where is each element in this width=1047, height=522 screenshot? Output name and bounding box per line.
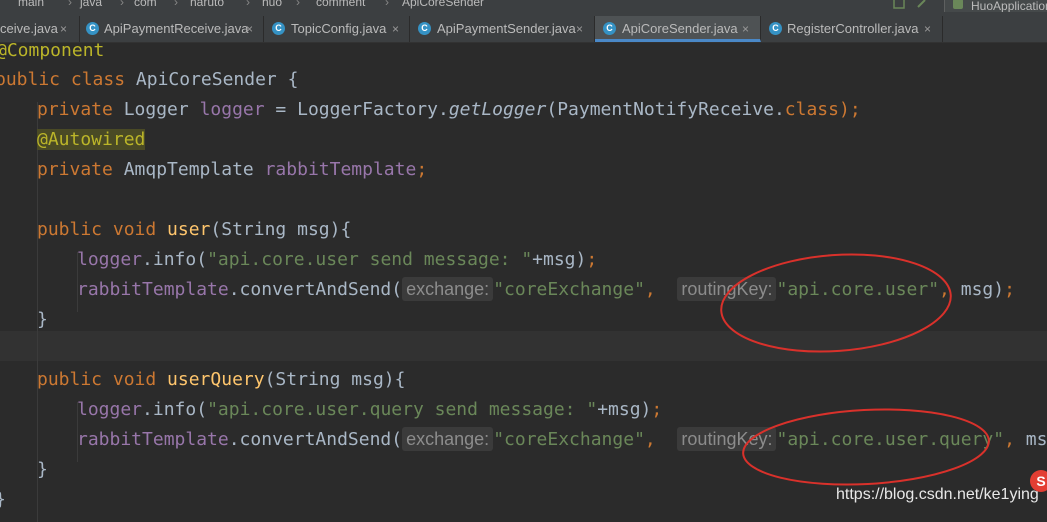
watermark-url: https://blog.csdn.net/ke1ying (836, 486, 1039, 503)
annotation-overlay (720, 253, 990, 486)
highlight-ellipse (720, 253, 952, 353)
csdn-logo-icon: S (1030, 470, 1047, 492)
highlight-ellipse (742, 408, 990, 486)
